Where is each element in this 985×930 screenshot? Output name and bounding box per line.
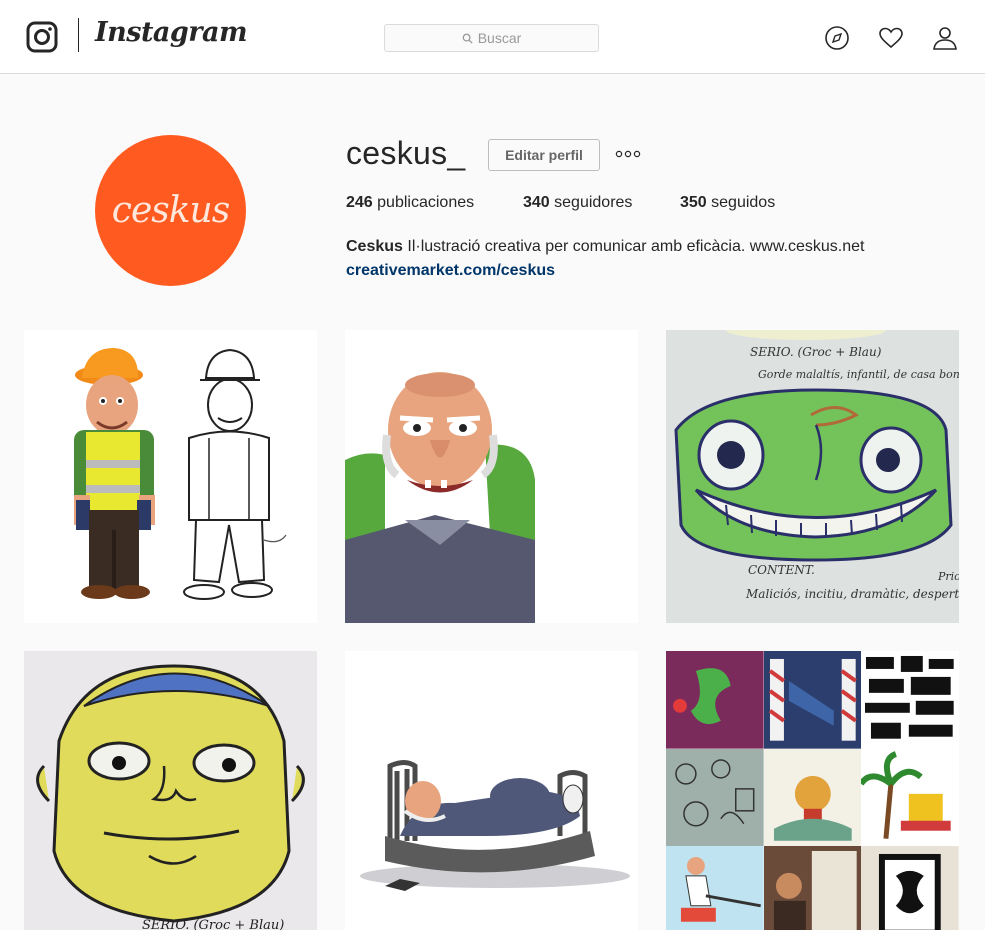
post-thumbnail[interactable]: SERIO. (Groc + Blau) Gorde malaltís, inf… [666,330,959,623]
yellow-face-sketch: SERIO. (Groc + Blau) [24,651,317,930]
collage-tile-badge [763,748,862,847]
posts-label: publicaciones [377,194,475,211]
sketch-caption-1: SERIO. (Groc + Blau) [750,345,882,359]
bio-name: Ceskus [346,238,403,255]
collage-tile-dragon [666,651,764,749]
post-thumbnail[interactable] [345,330,638,623]
profile-avatar[interactable]: ceskus [95,135,246,286]
following-count: 350 [680,194,707,211]
more-options-icon[interactable] [615,148,641,160]
green-face-sketch: SERIO. (Groc + Blau) Gorde malaltís, inf… [666,330,959,623]
collage-tile-palm [861,748,959,847]
heart-icon[interactable] [878,25,904,51]
collage-tile-photo [763,846,862,930]
collage-tile-sketches [666,748,764,847]
posts-stat: 246 publicaciones [346,194,474,212]
top-navigation-bar: Instagram Buscar [0,0,985,74]
old-man-chair-illustration [345,330,638,623]
sketch-caption-3: CONTENT. [748,563,815,577]
edit-profile-button[interactable]: Editar perfil [488,139,600,171]
instagram-wordmark[interactable]: Instagram [95,17,248,48]
sketch-caption-4: Maliciós, incitiu, dramàtic, despertador [745,587,959,601]
sketch-caption-2: Gorde malaltís, infantil, de casa bona [758,368,959,381]
avatar-logo-text: ceskus [111,190,230,231]
post-thumbnail[interactable] [345,651,638,930]
followers-label: seguidores [554,194,633,211]
post-thumbnail[interactable]: SERIO. (Groc + Blau) [24,651,317,930]
logo-divider [78,18,79,52]
followers-stat[interactable]: 340 seguidores [523,194,632,212]
post-thumbnail[interactable] [24,330,317,623]
post-thumbnail-collage[interactable] [666,651,959,930]
posts-count: 246 [346,194,373,211]
sketch-caption-side: Prio [937,570,959,583]
following-stat[interactable]: 350 seguidos [680,194,775,212]
collage-tile-lettering [861,651,959,749]
person-icon[interactable] [932,25,958,51]
collage-tile-rowing [666,846,764,930]
bio-text: Il·lustració creativa per comunicar amb … [407,238,865,255]
compass-icon[interactable] [824,25,850,51]
search-input[interactable]: Buscar [384,24,599,52]
followers-count: 340 [523,194,550,211]
sketch-caption: SERIO. (Groc + Blau) [142,918,284,930]
man-on-bed-illustration [345,651,638,930]
profile-bio: Ceskus Il·lustració creativa per comunic… [346,235,864,283]
collage-tile-barber [763,651,862,749]
bio-link[interactable]: creativemarket.com/ceskus [346,259,864,283]
following-label: seguidos [711,194,776,211]
instagram-logo-icon[interactable] [26,21,58,53]
construction-worker-illustration [24,330,317,623]
profile-username: ceskus_ [346,135,466,171]
search-icon [462,33,473,44]
collage-tile-frame [861,846,959,930]
search-placeholder: Buscar [477,30,522,46]
